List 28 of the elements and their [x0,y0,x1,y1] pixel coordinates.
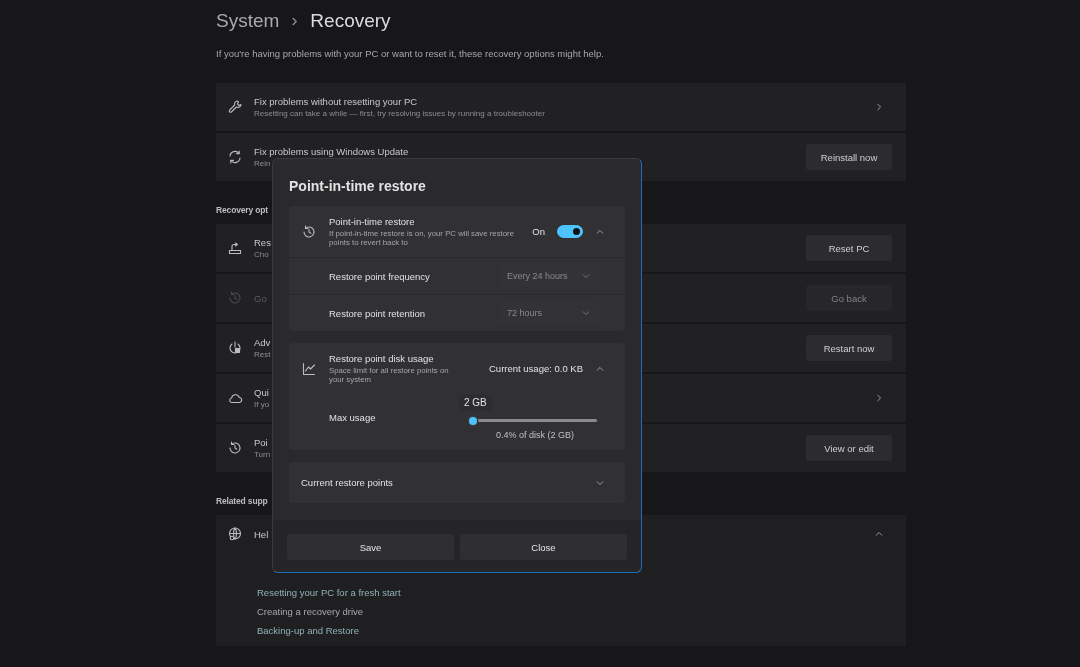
option-subtitle: Turn [254,450,271,459]
option-subtitle: Rest [254,350,271,359]
option-title: Res [254,237,271,248]
setting-label: Restore point retention [329,307,427,319]
page-description: If you're having problems with your PC or want to reset it, these recovery options might help. [216,48,605,59]
current-usage: Current usage: 0.0 KB [489,363,583,374]
slider-reading: 0.4% of disk (2 GB) [496,430,574,440]
slider-tooltip: 2 GB [459,394,492,411]
option-subtitle: Resetting can take a while — first, try resolving issues by running a troubleshooter [254,109,545,118]
option-subtitle: Rein [254,159,271,168]
dialog-title: Point-in-time restore [289,178,427,194]
setting-title: Point-in-time restore [329,216,415,227]
section-heading: Related supp [216,496,269,506]
toggle-state-label: On [532,226,545,237]
setting-label: Max usage [329,411,377,423]
setting-label: Restore point frequency [329,270,431,282]
option-title: Poi [254,437,268,448]
option-subtitle: Cho [254,250,269,259]
option-title: Qui [254,387,269,398]
setting-title: Current restore points [301,477,393,488]
option-title: Fix problems using Windows Update [254,146,409,157]
option-subtitle: If yo [254,400,270,409]
option-title: Adv [254,337,271,348]
page-title: Recovery [310,10,391,32]
setting-title: Restore point disk usage [329,353,434,364]
option-title: Hel [254,528,269,540]
section-heading: Recovery opt [216,205,270,215]
option-title: Fix problems without resetting your PC [254,96,418,107]
